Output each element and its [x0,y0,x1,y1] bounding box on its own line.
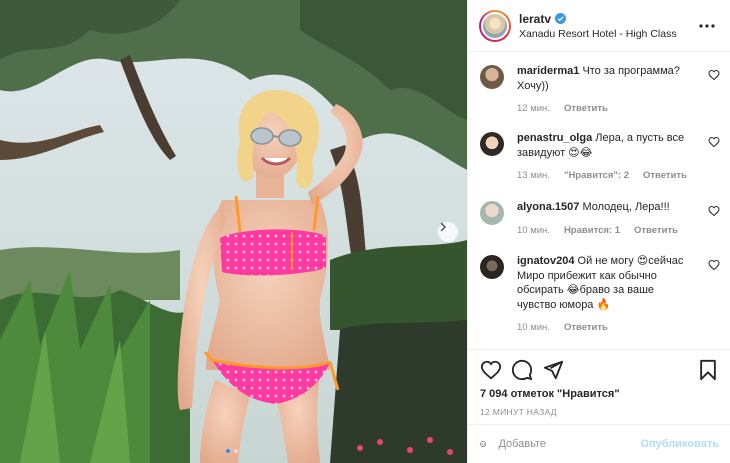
photo-illustration [0,0,467,463]
comment-likes-count[interactable]: "Нравится": 2 [564,170,629,181]
comment-input[interactable] [498,438,641,450]
comment-username[interactable]: alyona.1507 [517,201,579,213]
reply-button[interactable]: Ответить [634,225,678,236]
comment-time[interactable]: 10 мин. [517,322,550,333]
comment-time[interactable]: 10 мин. [517,225,550,236]
add-comment-bar: Опубликовать [468,424,730,463]
commenter-avatar[interactable] [480,201,504,225]
publish-button[interactable]: Опубликовать [640,438,719,450]
like-heart-icon[interactable] [480,359,502,381]
author-avatar[interactable] [479,9,511,42]
comment-bubble-icon[interactable] [511,359,533,381]
comments-list[interactable]: mariderma1 Что за программа? Хочу)) 12 м… [468,52,730,349]
post-side-panel: leratv Xanadu Resort Hotel - High Class [467,0,730,463]
carousel-next-button[interactable] [438,222,458,242]
comment-like-heart-icon[interactable] [708,69,720,81]
comment-item: ignatov204 Ой не могу 😍сейчас Миро прибе… [480,254,720,333]
comment-time[interactable]: 12 мин. [517,103,550,114]
post-header: leratv Xanadu Resort Hotel - High Class [468,0,730,52]
reply-button[interactable]: Ответить [564,103,608,114]
comment-text-block: alyona.1507 Молодец, Лера!!! [517,200,695,215]
carousel-dot-active [226,449,230,453]
more-options-button[interactable] [696,17,718,35]
comment-text: Молодец, Лера!!! [582,201,670,213]
share-send-icon[interactable] [542,359,564,381]
author-username[interactable]: leratv [519,12,551,26]
comment-item: mariderma1 Что за программа? Хочу)) 12 м… [480,64,720,114]
post-location[interactable]: Xanadu Resort Hotel - High Class [519,28,696,40]
comment-text-block: ignatov204 Ой не могу 😍сейчас Миро прибе… [517,254,695,312]
post-timestamp[interactable]: 12 МИНУТ НАЗАД [480,407,719,417]
comment-time[interactable]: 13 мин. [517,170,550,181]
comment-text-block: penastru_olga Лера, а пусть все завидуют… [517,131,695,160]
emoji-icon[interactable] [480,434,487,454]
comment-like-heart-icon[interactable] [708,205,720,217]
comment-item: alyona.1507 Молодец, Лера!!! 10 мин. Нра… [480,200,720,236]
save-bookmark-icon[interactable] [697,359,719,381]
comment-username[interactable]: ignatov204 [517,255,574,267]
comment-like-heart-icon[interactable] [708,136,720,148]
chevron-right-icon [440,222,447,232]
comment-text-block: mariderma1 Что за программа? Хочу)) [517,64,695,93]
carousel-dot [234,449,238,453]
instagram-post: leratv Xanadu Resort Hotel - High Class [0,0,730,463]
post-actions: 7 094 отметок "Нравится" 12 МИНУТ НАЗАД [468,349,730,417]
more-dots-icon [699,23,715,28]
comment-username[interactable]: penastru_olga [517,132,592,144]
likes-count[interactable]: 7 094 отметок "Нравится" [480,388,719,400]
commenter-avatar[interactable] [480,255,504,279]
comment-username[interactable]: mariderma1 [517,65,579,77]
verified-badge-icon [555,13,567,24]
comment-likes-count[interactable]: Нравится: 1 [564,225,620,236]
reply-button[interactable]: Ответить [564,322,608,333]
comment-like-heart-icon[interactable] [708,259,720,271]
post-photo[interactable] [0,0,467,463]
commenter-avatar[interactable] [480,65,504,89]
commenter-avatar[interactable] [480,132,504,156]
carousel-indicator [226,449,238,453]
reply-button[interactable]: Ответить [643,170,687,181]
comment-item: penastru_olga Лера, а пусть все завидуют… [480,131,720,181]
